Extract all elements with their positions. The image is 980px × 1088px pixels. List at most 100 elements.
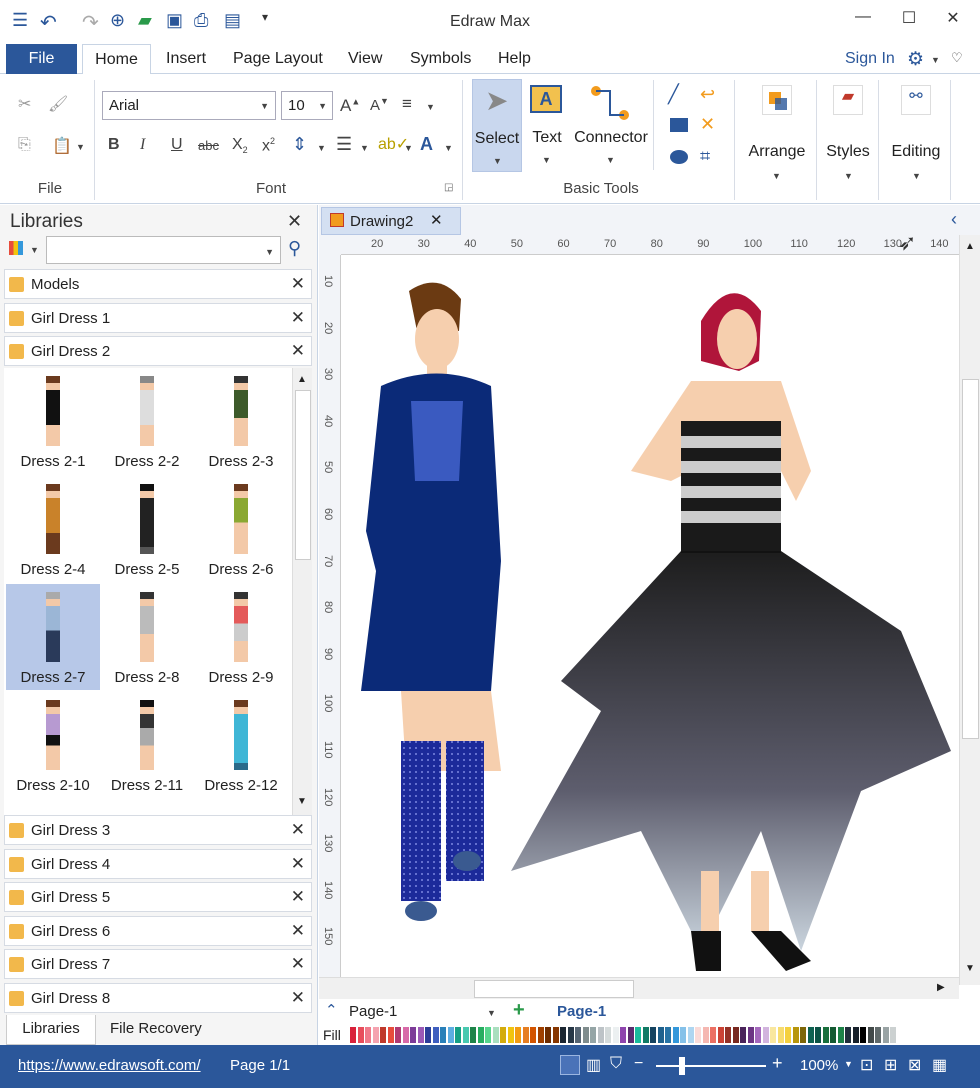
zoom-slider-thumb[interactable] [679,1057,685,1075]
color-swatch[interactable] [732,1027,739,1043]
color-swatch[interactable] [815,1027,821,1043]
color-swatch[interactable] [455,1027,461,1043]
color-swatch[interactable] [432,1027,439,1043]
close-icon[interactable]: ✕ [291,341,305,361]
zoom-in-icon[interactable]: + [772,1053,783,1074]
grid-icon[interactable]: ▦ [932,1055,947,1075]
color-swatch[interactable] [642,1027,649,1043]
library-item[interactable]: Dress 2-8 [100,584,194,690]
color-swatch[interactable] [627,1027,634,1043]
scroll-thumb[interactable] [474,980,634,998]
italic-icon[interactable]: I [140,136,145,154]
color-swatch[interactable] [410,1027,416,1043]
color-swatch[interactable] [387,1027,394,1043]
library-item[interactable]: Dress 2-5 [100,476,194,582]
styles-button[interactable]: ▰ Styles ▼ [822,79,874,189]
color-swatch[interactable] [672,1027,679,1043]
bold-icon[interactable]: B [108,136,120,154]
color-swatch[interactable] [665,1027,671,1043]
tab-home[interactable]: Home [82,44,151,75]
paste-dropdown-icon[interactable]: ▼ [76,142,85,152]
page-tab-active[interactable]: Page-1 [557,1003,606,1020]
chevron-down-icon[interactable]: ▼ [931,55,940,65]
color-swatch[interactable] [402,1027,409,1043]
color-swatch[interactable] [860,1027,866,1043]
fit-page-icon[interactable]: ⊡ [860,1055,873,1075]
connector-button[interactable]: Connector ▼ [572,79,650,172]
close-icon[interactable]: ✕ [291,308,305,328]
library-item[interactable]: Dress 2-4 [6,476,100,582]
color-swatch[interactable] [717,1027,724,1043]
cut-icon[interactable]: ✂ [18,94,31,114]
color-swatch[interactable] [357,1027,364,1043]
color-swatch[interactable] [447,1027,454,1043]
close-libraries-icon[interactable]: ✕ [287,211,302,232]
arc-icon[interactable]: ↩ [700,84,715,105]
font-dialog-launcher-icon[interactable]: ◲ [444,182,453,193]
color-swatch[interactable] [725,1027,731,1043]
color-swatch[interactable] [710,1027,716,1043]
color-swatch[interactable] [395,1027,401,1043]
color-swatch[interactable] [500,1027,506,1043]
close-icon[interactable]: ✕ [291,820,305,840]
chevron-left-icon[interactable]: ‹ [951,209,957,230]
library-header-girl-dress-6[interactable]: Girl Dress 6 ✕ [4,916,312,946]
settings-gear-icon[interactable]: ⚙ [907,48,924,71]
color-swatch[interactable] [590,1027,596,1043]
color-swatch[interactable] [755,1027,761,1043]
library-header-girl-dress-7[interactable]: Girl Dress 7 ✕ [4,949,312,979]
presentation-icon[interactable]: ⛉ [610,1055,622,1073]
library-search-input[interactable]: ▼ [46,236,281,264]
color-swatch[interactable] [417,1027,424,1043]
website-link[interactable]: https://www.edrawsoft.com/ [18,1057,201,1074]
chevron-down-icon[interactable]: ▼ [30,245,39,255]
color-swatch[interactable] [567,1027,574,1043]
library-header-girl-dress-5[interactable]: Girl Dress 5 ✕ [4,882,312,912]
chevron-down-icon[interactable]: ▼ [426,102,435,112]
library-item[interactable]: Dress 2-1 [6,368,100,474]
library-item-selected[interactable]: Dress 2-7 [6,584,100,690]
close-icon[interactable]: ✕ [291,274,305,294]
library-header-girl-dress-8[interactable]: Girl Dress 8 ✕ [4,983,312,1013]
collapse-ribbon-icon[interactable]: ♡ [951,50,963,66]
color-swatch[interactable] [837,1027,844,1043]
color-swatch[interactable] [747,1027,754,1043]
color-swatch[interactable] [740,1027,746,1043]
color-swatch[interactable] [770,1027,776,1043]
color-swatch[interactable] [890,1027,896,1043]
arrange-button[interactable]: Arrange ▼ [742,79,812,189]
editing-button[interactable]: ⚯ Editing ▼ [884,79,948,189]
library-category-icon[interactable] [9,241,23,255]
color-swatch[interactable] [687,1027,694,1043]
drawing-page[interactable] [341,271,959,981]
color-swatch[interactable] [852,1027,859,1043]
normal-view-icon[interactable] [560,1055,580,1075]
color-swatch[interactable] [845,1027,851,1043]
color-swatch[interactable] [477,1027,484,1043]
cross-icon[interactable]: ✕ [700,114,715,135]
text-button[interactable]: A Text ▼ [526,79,568,172]
align-icon[interactable]: ≡ [402,94,412,114]
canvas-vertical-scrollbar[interactable]: ▲ ▼ [959,235,980,985]
color-swatch[interactable] [485,1027,491,1043]
color-swatch[interactable] [762,1027,769,1043]
font-size-select[interactable]: 10 ▼ [281,91,333,120]
color-swatch[interactable] [515,1027,521,1043]
select-button[interactable]: ➤ Select ▼ [472,79,522,172]
color-swatch[interactable] [822,1027,829,1043]
chevron-down-icon[interactable]: ▼ [444,143,453,153]
bullets-icon[interactable]: ☰ [336,134,352,155]
color-swatch[interactable] [785,1027,791,1043]
library-header-girl-dress-2[interactable]: Girl Dress 2 ✕ [4,336,312,366]
font-color-icon[interactable]: A [420,134,433,155]
font-name-select[interactable]: Arial ▼ [102,91,276,120]
library-header-girl-dress-3[interactable]: Girl Dress 3 ✕ [4,815,312,845]
format-painter-icon[interactable]: 🖌 [48,94,68,114]
zoom-level[interactable]: 100% [800,1057,838,1074]
add-page-icon[interactable]: + [513,999,525,1022]
line-icon[interactable]: ╱ [668,84,679,105]
library-item[interactable]: Dress 2-9 [194,584,288,690]
color-swatch[interactable] [507,1027,514,1043]
color-swatch[interactable] [372,1027,379,1043]
close-icon[interactable]: ✕ [291,854,305,874]
